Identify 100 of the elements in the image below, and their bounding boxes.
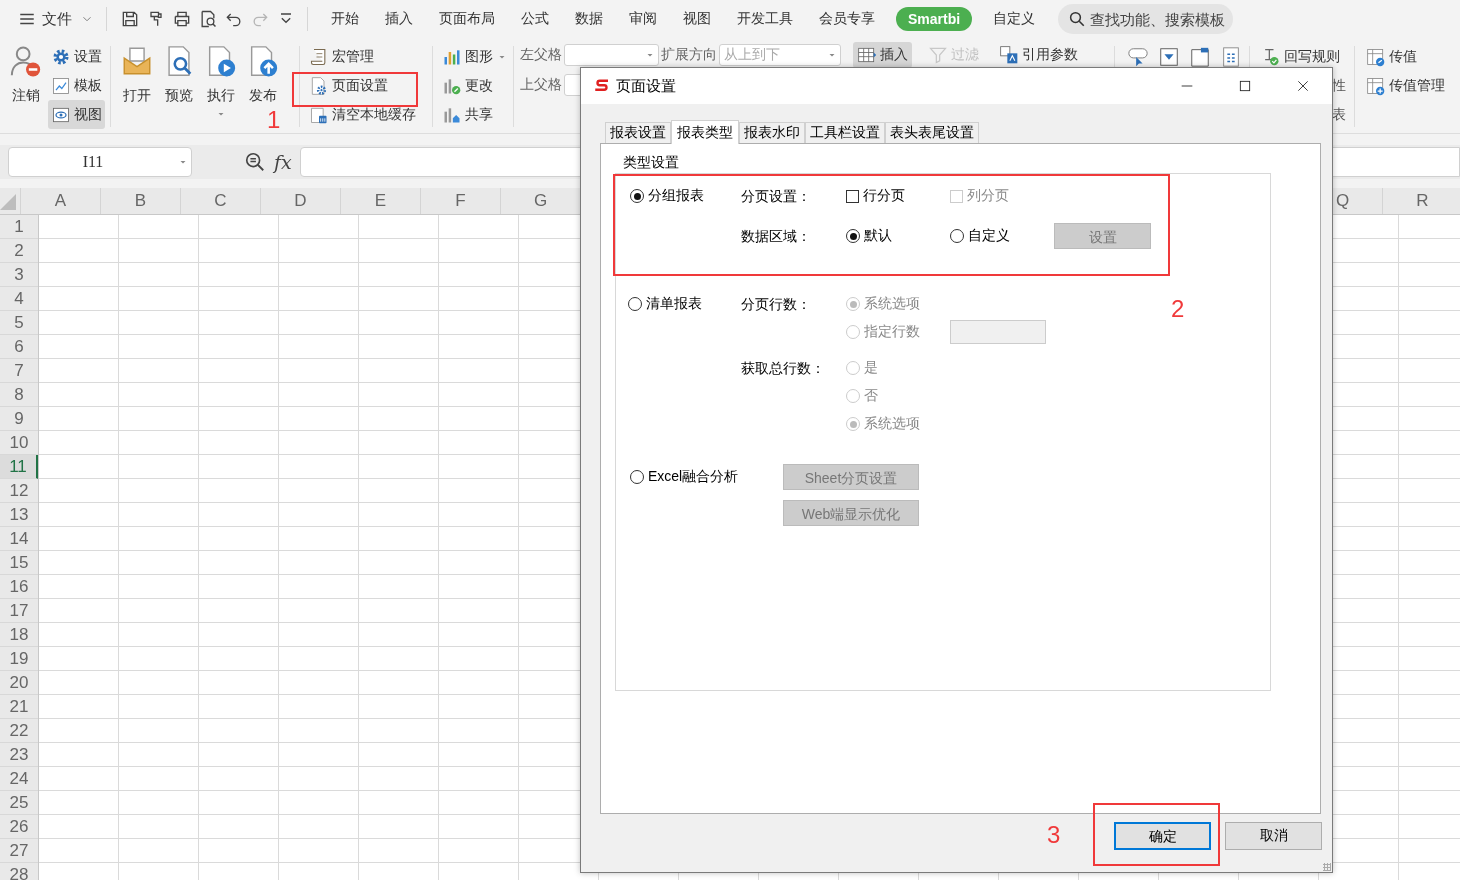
field-label: 上父格	[520, 76, 562, 94]
ribbon-button[interactable]: 共享	[439, 100, 511, 129]
ribbon-button[interactable]: 模板	[48, 71, 105, 100]
row-header[interactable]: 8	[0, 383, 38, 407]
tab-page-icon[interactable]	[1189, 46, 1211, 68]
row-header[interactable]: 4	[0, 287, 38, 311]
ribbon-button[interactable]: 回写规则	[1258, 42, 1346, 71]
ribbon-button[interactable]: 清空本地缓存	[306, 100, 419, 129]
ribbon-button[interactable]: 传值	[1363, 42, 1448, 71]
row-header[interactable]: 7	[0, 359, 38, 383]
ribbon-button[interactable]: 插入	[853, 42, 912, 68]
chart-document-icon	[51, 75, 71, 96]
row-header[interactable]: 26	[0, 815, 38, 839]
ribbon-tab[interactable]: 自定义	[993, 6, 1036, 32]
column-header[interactable]: D	[260, 188, 340, 214]
column-header[interactable]: E	[340, 188, 420, 214]
table-add-icon	[1366, 75, 1386, 96]
row-header[interactable]: 21	[0, 695, 38, 719]
zoom-formula-icon[interactable]	[244, 151, 266, 173]
save-icon[interactable]	[120, 9, 140, 29]
column-header[interactable]: B	[100, 188, 180, 214]
dialog-tab[interactable]: 报表类型	[671, 120, 739, 144]
row-header[interactable]: 13	[0, 503, 38, 527]
row-header[interactable]: 18	[0, 623, 38, 647]
dropdown-field[interactable]	[564, 44, 659, 66]
row-header[interactable]: 12	[0, 479, 38, 503]
ribbon-button[interactable]: 预览	[159, 42, 199, 107]
dialog-tab[interactable]: 报表水印	[739, 122, 805, 143]
function-button[interactable]: fx	[274, 151, 292, 173]
ribbon-button[interactable]: 宏管理	[306, 42, 419, 71]
checkbox[interactable]	[846, 189, 859, 203]
row-header[interactable]: 28	[0, 863, 38, 880]
option-label: 是	[864, 359, 878, 377]
ribbon-button[interactable]: 引用参数	[995, 42, 1082, 68]
radio-button[interactable]	[950, 229, 964, 243]
ribbon-tab[interactable]: 数据	[575, 6, 603, 32]
row-header[interactable]: 23	[0, 743, 38, 767]
row-header[interactable]: 3	[0, 263, 38, 287]
row-header[interactable]: 25	[0, 791, 38, 815]
ribbon-button[interactable]: 打开	[117, 42, 157, 107]
maximize-icon[interactable]	[1237, 78, 1253, 94]
close-icon[interactable]	[1295, 78, 1311, 94]
ribbon-tab[interactable]: 开发工具	[737, 6, 793, 32]
ribbon-tab[interactable]: 公式	[521, 6, 549, 32]
ribbon-tab[interactable]: 视图	[683, 6, 711, 32]
row-header[interactable]: 27	[0, 839, 38, 863]
row-header[interactable]: 14	[0, 527, 38, 551]
step-number: 1	[267, 106, 281, 134]
column-header[interactable]: R	[1382, 188, 1460, 214]
row-header[interactable]: 5	[0, 311, 38, 335]
row-header[interactable]: 15	[0, 551, 38, 575]
column-header[interactable]: C	[180, 188, 260, 214]
ribbon-button[interactable]: 传值管理	[1363, 71, 1448, 100]
row-header[interactable]: 1	[0, 215, 38, 239]
row-header[interactable]: 24	[0, 767, 38, 791]
ribbon-tab[interactable]: 插入	[385, 6, 413, 32]
row-header[interactable]: 19	[0, 647, 38, 671]
dropdown-control-icon[interactable]	[1158, 46, 1180, 68]
cancel-button[interactable]: 取消	[1225, 822, 1322, 850]
file-menu-button[interactable]: 文件	[14, 7, 98, 31]
row-header[interactable]: 22	[0, 719, 38, 743]
ribbon-tab[interactable]: 审阅	[629, 6, 657, 32]
button-control-icon[interactable]	[1127, 46, 1149, 68]
row-header[interactable]: 6	[0, 335, 38, 359]
row-header[interactable]: 11	[0, 455, 38, 479]
resize-grip[interactable]	[1323, 863, 1331, 871]
grid-list-icon[interactable]	[1220, 46, 1242, 68]
ribbon-button[interactable]: 执行	[201, 42, 241, 125]
ok-button[interactable]: 确定	[1114, 822, 1211, 850]
ribbon-tab[interactable]: 开始	[331, 6, 359, 32]
ribbon-tab[interactable]: 页面布局	[439, 6, 495, 32]
column-header[interactable]: F	[420, 188, 500, 214]
column-header[interactable]: A	[20, 188, 100, 214]
ribbon-button[interactable]: 视图	[48, 100, 105, 129]
ribbon-button[interactable]: 图形	[439, 42, 511, 71]
ribbon-tab[interactable]: 会员专享	[819, 6, 875, 32]
option-label: 自定义	[968, 227, 1010, 245]
setting-label: 分页设置：	[741, 187, 812, 206]
ribbon-button[interactable]: 发布	[243, 42, 283, 107]
row-header[interactable]: 9	[0, 407, 38, 431]
step-number: 3	[1047, 821, 1061, 849]
ribbon-button[interactable]: 设置	[48, 42, 105, 71]
printer-icon[interactable]	[172, 9, 192, 29]
radio-button[interactable]	[628, 297, 642, 311]
logout-button[interactable]: 注销	[6, 42, 46, 133]
row-header[interactable]: 16	[0, 575, 38, 599]
radio-button[interactable]	[630, 189, 644, 203]
radio-button[interactable]	[846, 229, 860, 243]
ribbon-button[interactable]: 更改	[439, 71, 511, 100]
name-box[interactable]: I11	[8, 147, 192, 177]
row-header[interactable]: 17	[0, 599, 38, 623]
ribbon-tab[interactable]: Smartbi	[896, 7, 973, 31]
row-header[interactable]: 2	[0, 239, 38, 263]
dialog-tab[interactable]: 报表设置	[605, 122, 671, 143]
ribbon-button[interactable]: 页面设置	[306, 71, 419, 100]
dialog-tab[interactable]: 工具栏设置	[805, 122, 885, 143]
row-header[interactable]: 20	[0, 671, 38, 695]
dialog-tab[interactable]: 表头表尾设置	[885, 122, 979, 143]
radio-button[interactable]	[630, 470, 644, 484]
search-field[interactable]: 查找功能、搜索模板	[1058, 4, 1234, 34]
